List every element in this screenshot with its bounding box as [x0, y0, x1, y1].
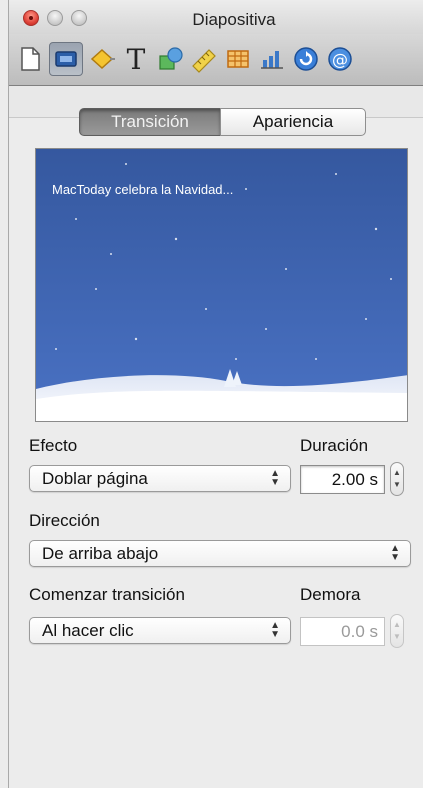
slide-caption: MacToday celebra la Navidad...: [52, 182, 234, 197]
popup-arrows-icon: ▲ ▼: [270, 620, 280, 640]
quicktime-icon[interactable]: [289, 42, 323, 76]
delay-stepper[interactable]: ▲ ▼: [390, 614, 404, 648]
direction-value: De arriba abajo: [42, 543, 159, 563]
close-button[interactable]: [23, 10, 39, 26]
minimize-button[interactable]: [47, 10, 63, 26]
svg-text:@: @: [332, 50, 348, 69]
tab-apariencia[interactable]: Apariencia: [220, 108, 366, 136]
effect-value: Doblar página: [42, 468, 148, 488]
zoom-button[interactable]: [71, 10, 87, 26]
svg-text:T: T: [127, 44, 146, 74]
title-bar[interactable]: Diapositiva: [9, 0, 423, 34]
popup-arrows-icon: ▲ ▼: [270, 468, 280, 488]
at-sign-icon[interactable]: @: [323, 42, 357, 76]
start-transition-popup[interactable]: Al hacer clic ▲ ▼: [29, 617, 291, 644]
slide-preview: MacToday celebra la Navidad...: [35, 148, 408, 422]
start-transition-value: Al hacer clic: [42, 620, 134, 640]
text-icon[interactable]: T: [119, 42, 153, 76]
effect-popup[interactable]: Doblar página ▲ ▼: [29, 465, 291, 492]
diamond-icon[interactable]: [85, 42, 119, 76]
document-icon[interactable]: [13, 42, 47, 76]
effect-label: Efecto: [29, 436, 78, 455]
delay-field[interactable]: 0.0 s: [300, 617, 385, 646]
duration-label: Duración: [300, 436, 369, 455]
inspector-toolbar: T @: [9, 34, 423, 86]
table-icon[interactable]: [221, 42, 255, 76]
chart-icon[interactable]: [255, 42, 289, 76]
window-title: Diapositiva: [192, 10, 276, 29]
direction-popup[interactable]: De arriba abajo ▲ ▼: [29, 540, 411, 567]
shapes-icon[interactable]: [153, 42, 187, 76]
popup-arrows-icon: ▲ ▼: [390, 543, 400, 563]
slide-icon[interactable]: [49, 42, 83, 76]
slide-inspector-window: Diapositiva T @ Transición Apariencia Ma…: [8, 0, 423, 788]
tab-transicion[interactable]: Transición: [79, 108, 221, 136]
start-transition-label: Comenzar transición: [29, 585, 185, 604]
duration-stepper[interactable]: ▲ ▼: [390, 462, 404, 496]
duration-field[interactable]: 2.00 s: [300, 465, 385, 494]
direction-label: Dirección: [29, 511, 100, 530]
ruler-icon[interactable]: [187, 42, 221, 76]
delay-label: Demora: [300, 585, 361, 604]
